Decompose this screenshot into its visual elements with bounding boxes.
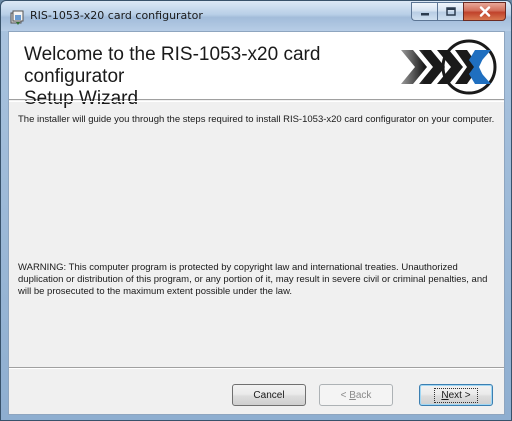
- back-button-accesskey: B: [349, 389, 356, 401]
- maximize-icon: [445, 7, 456, 16]
- cancel-button-label: Cancel: [253, 389, 285, 401]
- minimize-icon: [420, 12, 429, 15]
- page-title-line2: Setup Wizard: [24, 88, 139, 109]
- title-bar[interactable]: RIS-1053-x20 card configurator: [1, 1, 511, 31]
- copyright-warning: WARNING: This computer program is protec…: [18, 262, 488, 297]
- close-button[interactable]: [463, 2, 506, 21]
- next-button-rest: ext >: [448, 389, 471, 401]
- minimize-button[interactable]: [411, 2, 437, 21]
- banner-divider: [9, 101, 504, 102]
- wizard-banner: Welcome to the RIS-1053-x20 card configu…: [9, 32, 504, 109]
- intro-text: The installer will guide you through the…: [18, 114, 495, 125]
- caption-buttons: [411, 2, 506, 22]
- close-icon: [479, 6, 490, 17]
- installer-window: RIS-1053-x20 card configurator Welcome t…: [0, 0, 512, 421]
- chevron-x-logo: [383, 38, 501, 96]
- cancel-button[interactable]: Cancel: [232, 384, 306, 406]
- button-area-divider-highlight: [9, 368, 504, 369]
- window-title: RIS-1053-x20 card configurator: [30, 9, 203, 22]
- back-button-label: < Back: [341, 390, 372, 401]
- wizard-client-area: Welcome to the RIS-1053-x20 card configu…: [8, 31, 505, 415]
- installer-icon: [10, 10, 24, 25]
- next-button-accesskey: N: [441, 389, 449, 401]
- next-button-label: Next >: [434, 387, 478, 403]
- back-button-prefix: <: [340, 389, 350, 401]
- back-button[interactable]: < Back: [319, 384, 393, 406]
- page-title-line1: Welcome to the RIS-1053-x20 card configu…: [24, 44, 321, 87]
- maximize-button[interactable]: [437, 2, 463, 21]
- back-button-rest: ack: [355, 389, 372, 401]
- next-button[interactable]: Next >: [419, 384, 493, 406]
